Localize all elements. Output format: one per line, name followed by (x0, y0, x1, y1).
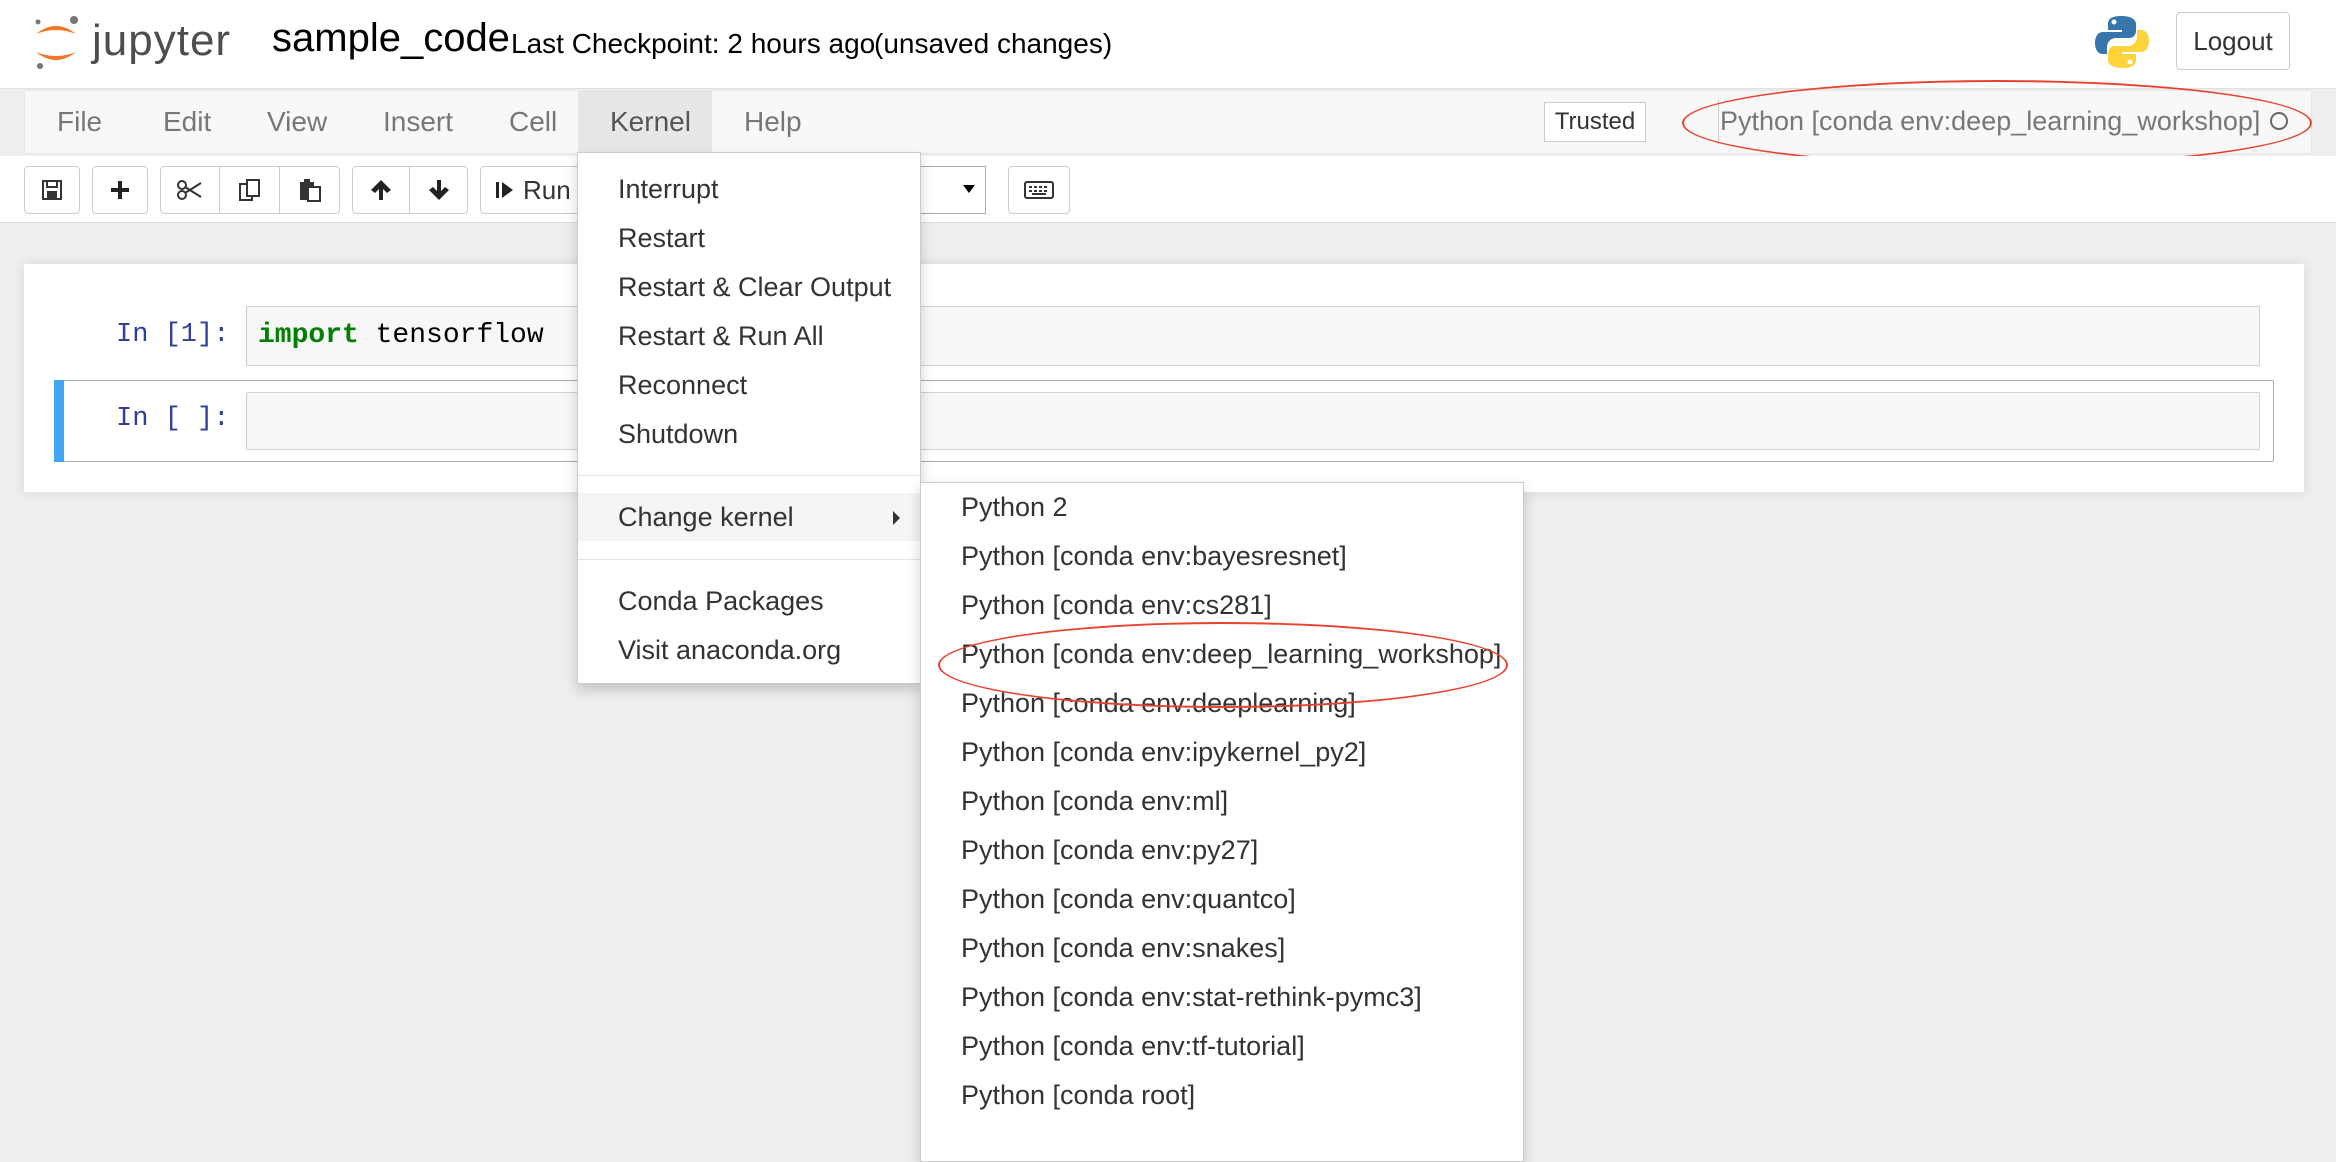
cut-icon (177, 180, 202, 200)
menu-help[interactable]: Help (712, 91, 834, 153)
kernel-option[interactable]: Python 2 (921, 483, 1523, 532)
logo-text: jupyter (92, 16, 232, 65)
selected-cell-indicator (54, 380, 64, 462)
menu-item-visit-anaconda[interactable]: Visit anaconda.org (578, 626, 920, 674)
move-down-button[interactable] (410, 166, 468, 214)
caret-right-icon (893, 511, 900, 525)
arrow-down-icon (428, 180, 449, 200)
menu-edit[interactable]: Edit (131, 91, 243, 153)
code-cell-input[interactable] (246, 392, 2260, 450)
cell-type-select[interactable] (918, 166, 986, 214)
jupyter-logo-icon (35, 16, 78, 69)
save-icon (42, 180, 62, 200)
menu-cell[interactable]: Cell (477, 91, 589, 153)
jupyter-logo[interactable]: jupyter (30, 12, 250, 72)
paste-icon (299, 179, 321, 202)
header: jupyter sample_code Last Checkpoint: 2 h… (0, 0, 2336, 89)
menu-item-restart[interactable]: Restart (578, 214, 920, 262)
move-up-button[interactable] (352, 166, 410, 214)
copy-button[interactable] (220, 166, 280, 214)
kernel-option[interactable]: Python [conda env:py27] (921, 826, 1523, 875)
menu-item-restart-run-all[interactable]: Restart & Run All (578, 312, 920, 360)
menu-kernel[interactable]: Kernel (578, 91, 712, 153)
checkpoint-status: Last Checkpoint: 2 hours ago (511, 28, 876, 59)
change-kernel-label: Change kernel (618, 501, 794, 532)
insert-cell-button[interactable] (92, 166, 148, 214)
kernel-option[interactable]: Python [conda root] (921, 1071, 1523, 1120)
cell-prompt: In [ ]: (116, 404, 230, 434)
trusted-indicator[interactable]: Trusted (1544, 102, 1646, 142)
menu-insert[interactable]: Insert (351, 91, 485, 153)
run-button[interactable]: Run (480, 166, 580, 214)
menu-divider (578, 475, 920, 476)
menu-file[interactable]: File (25, 91, 134, 153)
annotation-ellipse-kernel-option (938, 622, 1508, 708)
menu-item-conda-packages[interactable]: Conda Packages (578, 577, 920, 625)
save-button[interactable] (24, 166, 80, 214)
kernel-option[interactable]: Python [conda env:quantco] (921, 875, 1523, 924)
change-kernel-submenu: Python 2 Python [conda env:bayesresnet] … (920, 482, 1524, 1162)
unsaved-indicator: (unsaved changes) (874, 28, 1113, 59)
menu-divider (578, 559, 920, 560)
menu-view[interactable]: View (235, 91, 359, 153)
notebook-name[interactable]: sample_code (272, 16, 510, 61)
menu-item-restart-clear-output[interactable]: Restart & Clear Output (578, 263, 920, 311)
kernel-option[interactable]: Python [conda env:bayesresnet] (921, 532, 1523, 581)
run-label: Run (523, 174, 571, 205)
logout-button[interactable]: Logout (2176, 12, 2290, 70)
kernel-option[interactable]: Python [conda env:snakes] (921, 924, 1523, 973)
code-cell-input[interactable] (246, 306, 2260, 366)
kernel-option[interactable]: Python [conda env:ipykernel_py2] (921, 728, 1523, 777)
menu-item-interrupt[interactable]: Interrupt (578, 165, 920, 213)
kernel-menu-dropdown: Interrupt Restart Restart & Clear Output… (577, 152, 921, 684)
kernel-option[interactable]: Python [conda env:ml] (921, 777, 1523, 826)
cut-button[interactable] (160, 166, 220, 214)
code-text: import tensorflow (258, 320, 544, 351)
menu-item-shutdown[interactable]: Shutdown (578, 410, 920, 458)
menu-item-reconnect[interactable]: Reconnect (578, 361, 920, 409)
menu-item-change-kernel[interactable]: Change kernel (578, 493, 920, 541)
toolbar (0, 156, 2336, 223)
annotation-ellipse-kernel-name (1682, 80, 2312, 166)
arrow-up-icon (371, 180, 391, 200)
command-palette-button[interactable] (1008, 166, 1070, 214)
kernel-option[interactable]: Python [conda env:stat-rethink-pymc3] (921, 973, 1523, 1022)
copy-icon (238, 179, 260, 201)
chevron-down-icon (963, 185, 975, 193)
kernel-option[interactable]: Python [conda env:tf-tutorial] (921, 1022, 1523, 1071)
code-keyword: import (258, 320, 359, 351)
python-logo-icon (2092, 12, 2152, 72)
code-rest: tensorflow (358, 320, 544, 351)
paste-button[interactable] (280, 166, 340, 214)
step-forward-icon (496, 182, 513, 198)
cell-prompt: In [1]: (116, 320, 230, 350)
plus-icon (111, 181, 129, 199)
keyboard-icon (1024, 181, 1054, 199)
